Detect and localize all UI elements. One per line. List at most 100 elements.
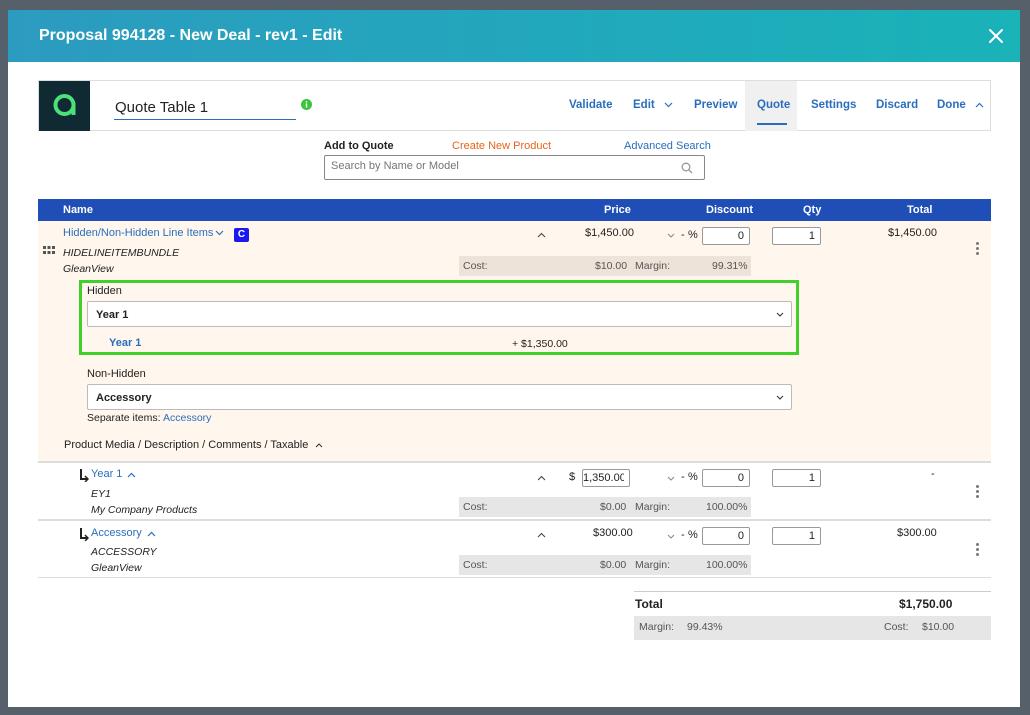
margin-label: Margin: [635,260,671,272]
child-item-name-link[interactable]: Year 1 [91,468,122,480]
child-total: $300.00 [897,527,937,539]
child-qty-input[interactable] [772,469,821,487]
row-divider [38,461,991,463]
bundle-discount-input[interactable] [702,227,750,245]
hidden-option-price: + $1,350.00 [512,338,568,350]
tab-quote[interactable]: Quote [757,99,790,111]
column-header-price: Price [604,204,631,216]
nonhidden-group-select[interactable]: Accessory [87,384,792,410]
chevron-down-icon[interactable] [667,534,675,539]
modal-title: Proposal 994128 - New Deal - rev1 - Edit [39,27,343,44]
advanced-search-link[interactable]: Advanced Search [624,140,711,152]
child-cost-bar: Cost: $0.00 Margin: 100.00% [459,497,751,517]
child-discount-input[interactable] [702,527,750,545]
chevron-up-icon[interactable] [537,232,546,238]
row-menu-icon[interactable] [976,242,980,257]
bundle-total: $1,450.00 [888,227,937,239]
app-logo [39,81,90,131]
close-icon[interactable] [987,27,1005,45]
hidden-group-select[interactable]: Year 1 [87,301,792,327]
chevron-up-icon[interactable] [147,531,156,537]
bundle-vendor: GleanView [63,263,114,275]
search-icon[interactable] [681,162,693,174]
product-search-input[interactable] [331,160,671,172]
grand-total-label: Total [635,597,663,611]
child-price: $300.00 [593,527,633,539]
info-icon[interactable] [301,99,312,110]
chevron-up-icon [975,102,984,108]
bundle-price: $1,450.00 [585,227,634,239]
separate-items-label: Separate items: [87,412,161,424]
create-new-product-link[interactable]: Create New Product [452,140,551,152]
row-menu-icon[interactable] [976,485,980,500]
child-item-vendor: GleanView [91,562,142,574]
chevron-down-icon [664,102,673,108]
hidden-group-selected: Year 1 [96,309,129,321]
logo-icon [53,94,76,116]
bundle-margin: 99.31% [712,260,748,272]
child-discount-input[interactable] [702,469,750,487]
nonhidden-group-label: Non-Hidden [87,368,146,380]
tab-validate[interactable]: Validate [569,99,612,111]
separate-item-link[interactable]: Accessory [163,412,211,424]
tab-edit[interactable]: Edit [633,99,673,111]
product-media-link[interactable]: Product Media / Description / Comments /… [64,439,323,451]
child-item-icon [80,528,89,541]
discount-percent-symbol: % [688,229,698,241]
modal-header: Proposal 994128 - New Deal - rev1 - Edit [8,10,1020,62]
add-to-quote-label: Add to Quote [324,140,394,152]
tab-edit-label: Edit [633,99,655,111]
chevron-up-icon[interactable] [127,472,136,478]
child-item-name-link[interactable]: Accessory [91,527,142,539]
discount-dash: - [681,471,685,483]
chevron-down-icon[interactable] [667,476,675,481]
table-header: Name Price Discount Qty Total [38,199,991,221]
quote-table-name-input[interactable] [114,96,296,120]
configurable-badge: C [234,228,249,242]
bundle-name-link[interactable]: Hidden/Non-Hidden Line Items [63,227,213,239]
bundle-qty-input[interactable] [772,227,821,245]
currency-symbol: $ [569,471,576,483]
cost-label: Cost: [463,260,488,272]
grand-total-value: $1,750.00 [899,597,953,611]
product-search-box [324,155,705,180]
footer-margin-bar: Margin: 99.43% Cost: $10.00 [634,616,991,640]
footer-cost-label: Cost: [884,621,909,633]
discount-percent-symbol: % [688,471,698,483]
child-item-model: ACCESSORY [91,546,157,558]
child-cost: $0.00 [600,501,627,513]
chevron-up-icon [316,442,323,447]
chevron-down-icon[interactable] [215,230,224,236]
child-cost-bar: Cost: $0.00 Margin: 100.00% [459,555,751,575]
child-margin: 100.00% [706,501,748,513]
tab-discard[interactable]: Discard [876,99,918,111]
row-divider [38,577,991,578]
tab-quote-indicator [757,123,787,125]
bundle-cost: $10.00 [595,260,628,272]
hidden-option-link[interactable]: Year 1 [109,337,141,349]
product-media-label: Product Media / Description / Comments /… [64,439,309,451]
child-price-input[interactable] [582,469,630,487]
child-qty-input[interactable] [772,527,821,545]
hidden-group-label: Hidden [87,285,122,297]
tab-preview[interactable]: Preview [694,99,737,111]
row-menu-icon[interactable] [976,543,980,558]
margin-label: Margin: [635,559,671,571]
footer-margin-value: 99.43% [687,621,723,633]
chevron-up-icon[interactable] [537,475,546,481]
child-total: - [931,468,935,480]
tab-settings[interactable]: Settings [811,99,856,111]
footer-cost-value: $10.00 [922,621,955,633]
cost-label: Cost: [463,501,488,513]
chevron-down-icon [776,312,784,317]
discount-dash: - [681,229,685,241]
child-margin: 100.00% [706,559,748,571]
tab-done[interactable]: Done [937,99,984,111]
column-header-total: Total [907,204,933,216]
chevron-up-icon[interactable] [537,532,546,538]
drag-handle-icon[interactable] [43,246,55,254]
bundle-model: HIDELINEITEMBUNDLE [63,247,180,259]
chevron-down-icon[interactable] [667,233,675,238]
quote-toolbar: Validate Edit Preview Quote Settings Dis… [38,80,991,131]
discount-dash: - [681,529,685,541]
